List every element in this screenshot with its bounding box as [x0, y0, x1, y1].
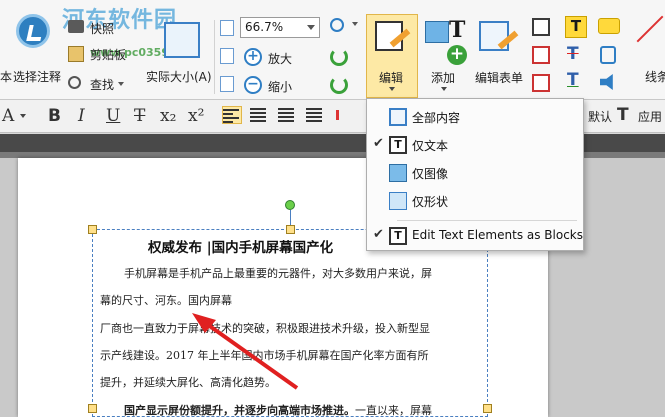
menu-separator	[397, 220, 577, 221]
shape-only-icon	[389, 192, 407, 210]
arrow-shaft	[202, 320, 299, 390]
menu-item-all-content[interactable]: 全部内容	[367, 104, 583, 130]
menu-item-label: 仅图像	[412, 167, 449, 181]
all-content-icon	[389, 108, 407, 126]
menu-item-image-only[interactable]: 仅图像	[367, 160, 583, 186]
menu-item-text-only[interactable]: ✔ T 仅文本	[367, 132, 583, 158]
checkmark-icon: ✔	[373, 227, 384, 242]
menu-item-label: 仅形状	[412, 195, 449, 209]
menu-item-label: 全部内容	[412, 111, 461, 125]
edit-dropdown-menu: 全部内容 ✔ T 仅文本 仅图像 仅形状 ✔ T Edit Text Eleme…	[366, 98, 584, 251]
menu-item-edit-text-blocks[interactable]: ✔ T Edit Text Elements as Blocks	[367, 223, 583, 249]
text-blocks-icon: T	[389, 227, 407, 245]
image-only-icon	[389, 164, 407, 182]
text-only-icon: T	[389, 136, 407, 154]
menu-item-shape-only[interactable]: 仅形状	[367, 188, 583, 214]
menu-item-label: Edit Text Elements as Blocks	[412, 228, 584, 242]
menu-item-label: 仅文本	[412, 139, 449, 153]
checkmark-icon: ✔	[373, 136, 384, 151]
